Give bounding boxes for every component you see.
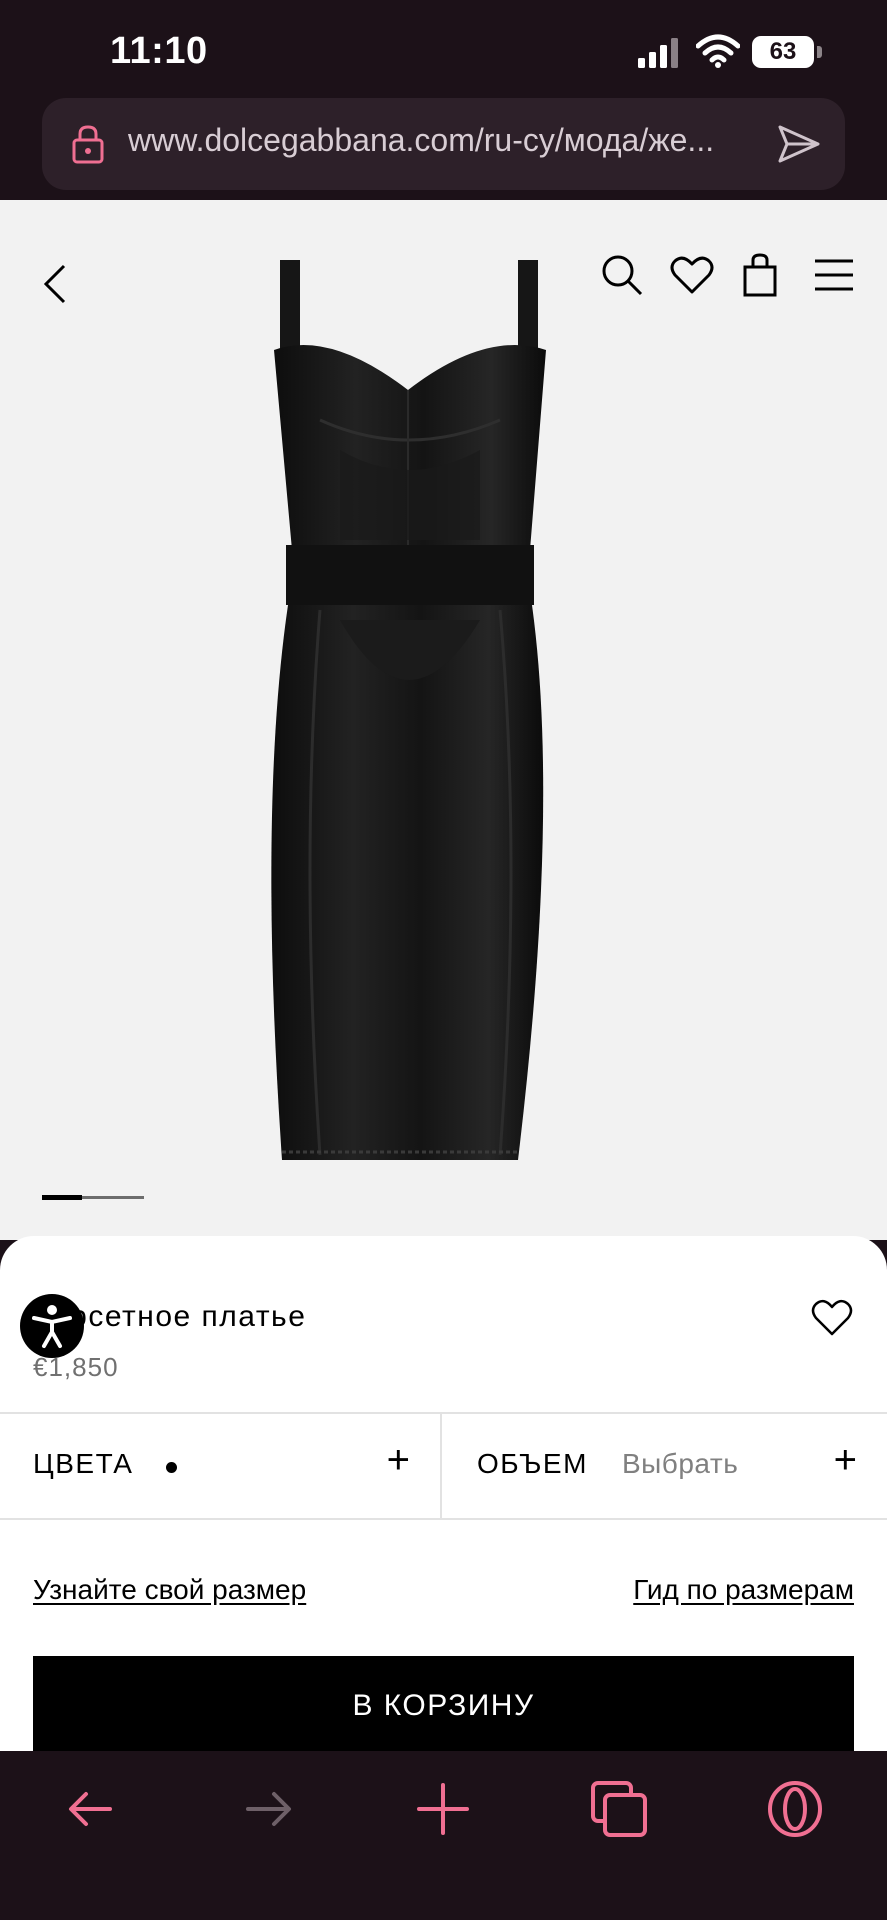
color-expand-plus[interactable]: + xyxy=(387,1440,410,1480)
find-your-size-link[interactable]: Узнайте свой размер xyxy=(33,1574,306,1606)
browser-toolbar xyxy=(0,1751,887,1920)
favorite-heart-icon[interactable] xyxy=(811,1298,853,1338)
size-guide-link[interactable]: Гид по размерам xyxy=(633,1574,854,1606)
product-image-dress[interactable] xyxy=(260,260,560,1170)
accessibility-icon xyxy=(32,1305,72,1348)
address-bar[interactable]: www.dolcegabbana.com/ru-cy/мода/же... xyxy=(42,98,845,190)
volume-value[interactable]: Выбрать xyxy=(622,1448,738,1480)
cellular-signal-icon xyxy=(638,38,678,68)
color-swatch-black[interactable] xyxy=(166,1462,177,1473)
product-gallery[interactable] xyxy=(0,200,887,1240)
color-selector[interactable]: ЦВЕТА + xyxy=(0,1414,442,1518)
back-arrow-icon[interactable] xyxy=(60,1777,124,1841)
plus-icon[interactable] xyxy=(411,1777,475,1841)
search-icon[interactable] xyxy=(599,252,645,298)
color-label: ЦВЕТА xyxy=(33,1448,134,1479)
opera-icon[interactable] xyxy=(763,1777,827,1841)
url-text[interactable]: www.dolcegabbana.com/ru-cy/мода/же... xyxy=(128,122,798,159)
battery-icon: 63 xyxy=(752,36,822,68)
back-chevron-icon[interactable] xyxy=(40,262,70,306)
menu-icon[interactable] xyxy=(811,252,857,298)
header-actions xyxy=(599,252,859,300)
accessibility-button[interactable] xyxy=(20,1294,84,1358)
wifi-icon xyxy=(696,34,740,68)
volume-label: ОБЪЕМ xyxy=(477,1448,588,1479)
product-price: €1,850 xyxy=(33,1352,119,1382)
heart-icon[interactable] xyxy=(669,252,715,298)
status-time: 11:10 xyxy=(110,30,208,72)
add-to-cart-button[interactable]: В КОРЗИНУ xyxy=(33,1656,854,1751)
product-info-sheet: Корсетное платье €1,850 ЦВЕТА + ОБЪЕМ Вы… xyxy=(0,1236,887,1751)
tabs-icon[interactable] xyxy=(587,1777,651,1841)
browser-chrome: 11:10 63 www.dolcegabbana.com/ru-cy/мода… xyxy=(0,0,887,200)
battery-level: 63 xyxy=(752,36,814,68)
send-icon[interactable] xyxy=(777,124,821,164)
product-options: ЦВЕТА + ОБЪЕМ Выбрать + xyxy=(0,1412,887,1520)
volume-selector[interactable]: ОБЪЕМ Выбрать + xyxy=(444,1414,887,1518)
volume-expand-plus[interactable]: + xyxy=(834,1440,857,1480)
forward-arrow-icon[interactable] xyxy=(236,1777,300,1841)
bag-icon[interactable] xyxy=(737,252,783,298)
lock-icon[interactable] xyxy=(72,124,104,164)
gallery-progress-indicator xyxy=(42,1195,82,1200)
